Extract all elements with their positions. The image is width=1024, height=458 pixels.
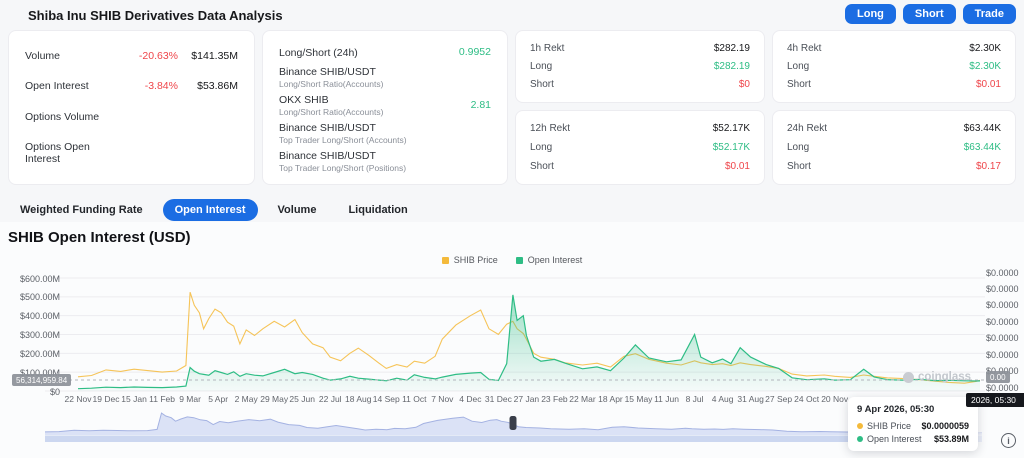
ratio-label: Binance SHIB/USDT xyxy=(279,65,376,78)
tooltip-label: Open Interest xyxy=(867,434,922,444)
ratio-sublabel: Top Trader Long/Short (Positions) xyxy=(279,162,407,173)
page-title: Shiba Inu SHIB Derivatives Data Analysis xyxy=(28,8,283,23)
ratio-sublabel: Long/Short Ratio(Accounts) xyxy=(279,78,384,89)
ratio-row-binance-accounts: Binance SHIB/USDT Long/Short Ratio(Accou… xyxy=(279,66,491,89)
trade-button[interactable]: Trade xyxy=(962,4,1016,24)
tooltip-date: 9 Apr 2026, 05:30 xyxy=(857,404,935,415)
ratio-row-okx: OKX SHIB Long/Short Ratio(Accounts) 2.81 xyxy=(279,94,491,117)
derivatives-dashboard: Shiba Inu SHIB Derivatives Data Analysis… xyxy=(0,0,1024,458)
ratio-sublabel: Long/Short Ratio(Accounts) xyxy=(279,106,384,117)
open-interest-chart[interactable] xyxy=(0,250,1024,398)
rekt-total: $2.30K xyxy=(969,42,1001,54)
navigator-handle-left[interactable] xyxy=(509,416,517,430)
rekt-short-label: Short xyxy=(530,161,554,172)
rekt-short-label: Short xyxy=(787,79,811,91)
stat-label: Volume xyxy=(25,50,61,63)
rekt-title: 12h Rekt xyxy=(530,123,571,134)
crosshair-date-tag: 2026, 05:30 xyxy=(966,393,1024,407)
rekt-card-1h: 1h Rekt $282.19 Long $282.19 Short $0 xyxy=(515,30,765,103)
stat-label: Options Volume xyxy=(25,110,100,123)
stat-label: Options Open Interest xyxy=(25,140,90,165)
info-icon[interactable]: i xyxy=(1001,433,1016,448)
ratio-label: Binance SHIB/USDT xyxy=(279,149,376,162)
chart-tabs: Weighted Funding Rate Open Interest Volu… xyxy=(8,199,420,221)
stat-label: Open Interest xyxy=(25,80,89,93)
rekt-title: 1h Rekt xyxy=(530,42,565,54)
rekt-title: 24h Rekt xyxy=(787,123,828,134)
stat-change: -20.63% xyxy=(138,50,178,63)
stat-row-options-volume: Options Volume xyxy=(25,111,238,123)
open-interest-dot-icon xyxy=(857,436,863,442)
stat-change: -3.84% xyxy=(144,80,178,93)
stat-row-volume: Volume -20.63% $141.35M xyxy=(25,50,238,62)
rekt-long-label: Long xyxy=(787,142,810,153)
short-button[interactable]: Short xyxy=(902,4,956,24)
rekt-long-value: $52.17K xyxy=(712,142,750,153)
ratio-label: Binance SHIB/USDT xyxy=(279,121,376,134)
ratio-row-24h: Long/Short (24h) 0.9952 xyxy=(279,43,491,61)
tab-volume[interactable]: Volume xyxy=(266,199,329,221)
tooltip-row-open-interest: Open Interest $53.89M xyxy=(857,434,969,444)
rekt-short-value: $0.01 xyxy=(724,161,750,172)
ratio-value: 0.9952 xyxy=(458,45,491,58)
rekt-short-label: Short xyxy=(530,79,554,91)
stat-value: $141.35M xyxy=(191,50,238,63)
rekt-total: $63.44K xyxy=(963,123,1001,134)
rekt-title: 4h Rekt xyxy=(787,42,822,54)
navigator-track xyxy=(45,435,982,442)
tooltip-label: SHIB Price xyxy=(867,421,912,431)
stat-value: $53.86M xyxy=(197,80,238,93)
tab-weighted-funding-rate[interactable]: Weighted Funding Rate xyxy=(8,199,155,221)
rekt-long-label: Long xyxy=(787,60,810,72)
tooltip-value: $53.89M xyxy=(933,434,969,444)
rekt-short-label: Short xyxy=(787,161,811,172)
rekt-short-value: $0 xyxy=(738,79,750,91)
rekt-card-4h: 4h Rekt $2.30K Long $2.30K Short $0.01 xyxy=(772,30,1016,103)
rekt-long-value: $2.30K xyxy=(969,60,1001,72)
tab-liquidation[interactable]: Liquidation xyxy=(336,199,419,221)
long-button[interactable]: Long xyxy=(845,4,896,24)
tooltip-row-price: SHIB Price $0.0000059 xyxy=(857,421,969,431)
ratio-value: 2.81 xyxy=(470,99,491,111)
rekt-long-value: $282.19 xyxy=(713,60,750,72)
stat-row-open-interest: Open Interest -3.84% $53.86M xyxy=(25,80,238,92)
ratio-row-top-trader-accounts: Binance SHIB/USDT Top Trader Long/Short … xyxy=(279,122,491,145)
ratio-label: Long/Short (24h) xyxy=(279,46,358,59)
chart-title: SHIB Open Interest (USD) xyxy=(8,229,191,246)
tooltip-value: $0.0000059 xyxy=(921,421,969,431)
market-stats-card: Volume -20.63% $141.35M Open Interest -3… xyxy=(8,30,255,185)
tab-open-interest[interactable]: Open Interest xyxy=(162,199,258,221)
rekt-long-label: Long xyxy=(530,142,553,153)
ratio-label: OKX SHIB xyxy=(279,93,329,106)
ratio-row-top-trader-positions: Binance SHIB/USDT Top Trader Long/Short … xyxy=(279,150,491,173)
rekt-card-12h: 12h Rekt $52.17K Long $52.17K Short $0.01 xyxy=(515,110,765,185)
rekt-total: $282.19 xyxy=(713,42,750,54)
rekt-card-24h: 24h Rekt $63.44K Long $63.44K Short $0.17 xyxy=(772,110,1016,185)
chart-tooltip: 9 Apr 2026, 05:30 SHIB Price $0.0000059 … xyxy=(848,397,978,451)
price-dot-icon xyxy=(857,423,863,429)
rekt-long-label: Long xyxy=(530,60,553,72)
ratio-sublabel: Top Trader Long/Short (Accounts) xyxy=(279,134,407,145)
rekt-short-value: $0.01 xyxy=(975,79,1001,91)
stat-row-options-open-interest: Options Open Interest xyxy=(25,141,238,165)
long-short-ratio-card: Long/Short (24h) 0.9952 Binance SHIB/USD… xyxy=(262,30,508,185)
header-actions: Long Short Trade xyxy=(845,4,1016,24)
rekt-short-value: $0.17 xyxy=(975,161,1001,172)
rekt-long-value: $63.44K xyxy=(963,142,1001,153)
rekt-total: $52.17K xyxy=(712,123,750,134)
